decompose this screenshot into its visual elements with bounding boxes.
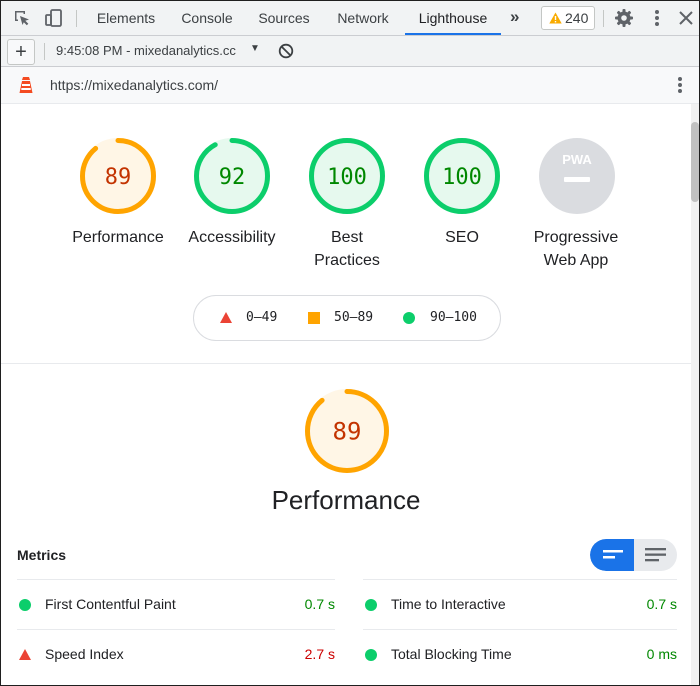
metric-row[interactable]: Total Blocking Time 0 ms	[363, 629, 677, 678]
chevron-down-icon[interactable]: ▼	[250, 43, 260, 54]
metric-name: First Contentful Paint	[45, 596, 176, 612]
gauge-label-line: Web App	[512, 249, 640, 272]
active-tab-indicator	[405, 33, 501, 35]
fail-triangle-icon	[19, 649, 31, 660]
metric-value: 0.7 s	[305, 596, 335, 612]
devtools-tabbar: Elements Console Sources Network Lightho…	[1, 1, 699, 36]
clear-icon[interactable]	[278, 43, 294, 59]
more-tabs-icon[interactable]: »	[510, 7, 519, 27]
metrics-view-toggle[interactable]	[590, 539, 677, 571]
scrollbar-thumb[interactable]	[691, 122, 699, 202]
metric-value: 2.7 s	[305, 646, 335, 662]
metrics-heading: Metrics	[17, 547, 66, 563]
warning-count: 240	[565, 10, 588, 26]
gauge-ring: 89	[304, 388, 390, 474]
tab-sources[interactable]: Sources	[250, 1, 318, 35]
gauge-label-line: Practices	[286, 249, 408, 272]
metric-name: Time to Interactive	[391, 596, 506, 612]
warning-icon	[549, 12, 562, 24]
metric-name: Total Blocking Time	[391, 646, 512, 662]
score-scale-legend: 0–49 50–89 90–100	[193, 295, 501, 341]
gauge-label-line: Best	[286, 226, 408, 249]
pass-circle-icon	[365, 649, 377, 661]
gauge-best-practices[interactable]: 100	[308, 137, 386, 215]
inspect-element-icon[interactable]	[12, 8, 32, 28]
metric-name: Speed Index	[45, 646, 124, 662]
expanded-view-icon	[645, 548, 666, 562]
metric-value: 0 ms	[647, 646, 677, 662]
gauge-label-line: Progressive	[512, 226, 640, 249]
report-url[interactable]: https://mixedanalytics.com/	[50, 77, 218, 93]
metric-row[interactable]: First Contentful Paint 0.7 s	[17, 579, 335, 628]
gauge-accessibility[interactable]: 92	[193, 137, 271, 215]
device-toggle-icon[interactable]	[44, 8, 64, 28]
gauge-label-accessibility: Accessibility	[171, 226, 293, 249]
gauge-label-pwa: Progressive Web App	[512, 226, 640, 272]
close-icon[interactable]	[676, 8, 696, 28]
gauge-ring: 100	[308, 137, 386, 215]
toggle-summary-view[interactable]	[590, 539, 634, 571]
report-selector[interactable]: 9:45:08 PM - mixedanalytics.cc	[56, 43, 236, 58]
new-report-button[interactable]: +	[7, 39, 35, 65]
devtools-window: Elements Console Sources Network Lightho…	[0, 0, 700, 686]
fail-triangle-icon	[220, 312, 232, 323]
pwa-badge-text: PWA	[562, 152, 592, 167]
metric-row[interactable]: Time to Interactive 0.7 s	[363, 579, 677, 628]
gauge-label-seo: SEO	[401, 226, 523, 249]
gauge-performance[interactable]: 89	[79, 137, 157, 215]
settings-gear-icon[interactable]	[614, 8, 634, 28]
gauge-label-performance: Performance	[57, 226, 179, 249]
gauge-score: 100	[442, 165, 482, 190]
legend-range-average: 50–89	[334, 310, 373, 325]
tab-lighthouse[interactable]: Lighthouse	[405, 1, 501, 35]
gauge-ring: 89	[79, 137, 157, 215]
pwa-badge-icon: PWA	[538, 137, 616, 215]
toolbar-separator	[603, 10, 604, 27]
gauge-score: 100	[327, 165, 367, 190]
tab-label: Elements	[97, 10, 155, 26]
metric-row[interactable]: Speed Index 2.7 s	[17, 629, 335, 678]
section-divider	[1, 363, 691, 364]
legend-range-fail: 0–49	[246, 310, 277, 325]
lighthouse-logo-icon	[17, 75, 35, 95]
pass-circle-icon	[365, 599, 377, 611]
gauge-score: 89	[105, 165, 132, 190]
pass-circle-icon	[19, 599, 31, 611]
gauge-pwa[interactable]: PWA	[538, 137, 616, 215]
toolbar-separator	[76, 10, 77, 27]
gauge-score: 92	[219, 165, 246, 190]
kebab-menu-icon[interactable]	[647, 8, 667, 28]
lighthouse-toolbar: + 9:45:08 PM - mixedanalytics.cc ▼	[1, 36, 699, 67]
gauge-label-best-practices: Best Practices	[286, 226, 408, 272]
gauge-ring: 100	[423, 137, 501, 215]
tab-network[interactable]: Network	[328, 1, 398, 35]
toolbar-separator	[44, 43, 45, 60]
summary-view-icon	[603, 549, 623, 561]
report-selector-label: 9:45:08 PM - mixedanalytics.cc	[56, 43, 236, 58]
tab-label: Sources	[258, 10, 309, 26]
legend-range-pass: 90–100	[430, 310, 477, 325]
tab-label: Network	[337, 10, 388, 26]
metric-value: 0.7 s	[647, 596, 677, 612]
warning-counter-button[interactable]: 240	[541, 6, 595, 30]
scrollbar[interactable]	[691, 104, 699, 685]
gauge-score: 89	[333, 418, 362, 446]
tab-console[interactable]: Console	[171, 1, 243, 35]
average-square-icon	[308, 312, 320, 324]
tab-label: Lighthouse	[419, 10, 488, 26]
toggle-expanded-view[interactable]	[634, 539, 677, 571]
report-url-bar: https://mixedanalytics.com/	[1, 67, 699, 104]
gauge-ring: 92	[193, 137, 271, 215]
report-menu-icon[interactable]	[677, 76, 683, 94]
gauge-seo[interactable]: 100	[423, 137, 501, 215]
tab-elements[interactable]: Elements	[87, 1, 165, 35]
pass-circle-icon	[403, 312, 415, 324]
performance-title: Performance	[1, 485, 691, 516]
performance-gauge-large: 89	[304, 388, 390, 474]
tab-label: Console	[181, 10, 232, 26]
